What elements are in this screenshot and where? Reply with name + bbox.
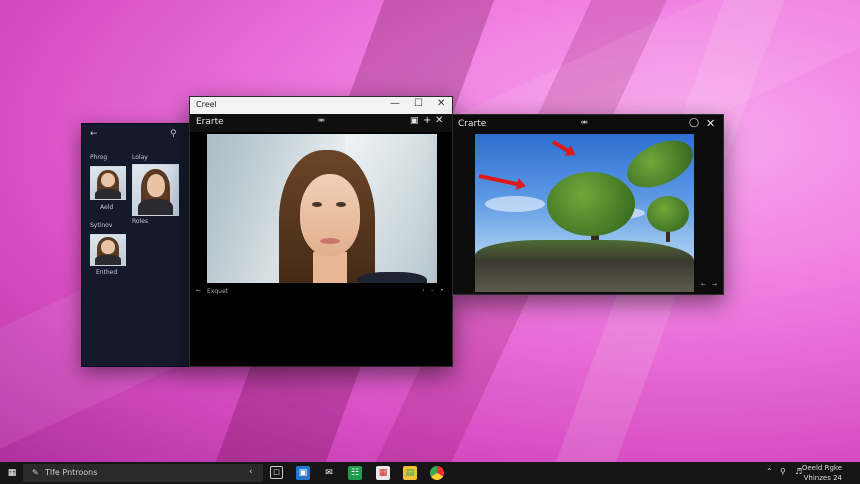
taskbar-clock[interactable]: Oeeld Rgke Vhinzes 24 bbox=[802, 463, 842, 483]
rotate-icon[interactable]: ◯ bbox=[689, 118, 699, 128]
thumbnail-caption: Roles bbox=[132, 218, 149, 225]
back-arrow-icon[interactable]: ← bbox=[196, 287, 201, 294]
section-label: Phrog bbox=[90, 154, 108, 161]
window-title: Crarte bbox=[458, 119, 487, 129]
portrait-viewer-window[interactable]: Creel — ☐ ✕ Erarte ⚮ ▣ + ✕ ← Exquet ‹ – … bbox=[189, 96, 453, 367]
portrait-photo bbox=[207, 134, 437, 283]
network-icon[interactable]: ⚲ bbox=[780, 467, 786, 476]
red-arrow-annotation bbox=[552, 140, 572, 154]
chevron-left-icon[interactable]: ‹ bbox=[249, 467, 253, 477]
prev-icon[interactable]: ‹ bbox=[422, 287, 424, 294]
gift-app-icon[interactable]: ▦ bbox=[376, 466, 390, 480]
back-arrow-icon[interactable]: ← bbox=[90, 129, 98, 139]
landscape-viewer-window[interactable]: Crarte ⚮ ◯ ✕ ← → bbox=[452, 114, 724, 295]
photos-gallery-window[interactable]: ← ⚲ Phrog Lolay Aeld Roles Sytinov Enthe… bbox=[81, 123, 193, 367]
minimize-icon[interactable]: — bbox=[390, 98, 400, 109]
taskbar-search-box[interactable]: ✎ Tlfe Pntroons ‹ bbox=[23, 464, 263, 482]
section-label: Lolay bbox=[132, 154, 148, 161]
pin-icon[interactable]: ⚮ bbox=[581, 118, 588, 127]
toolbar-label: Erarte bbox=[196, 117, 224, 127]
photo-thumbnail[interactable] bbox=[132, 164, 179, 216]
photos-window-header: ← ⚲ bbox=[82, 124, 192, 146]
close-icon[interactable]: ✕ bbox=[437, 98, 445, 109]
fullscreen-icon[interactable]: ▣ bbox=[410, 116, 419, 126]
window-title: Creel bbox=[196, 100, 217, 109]
search-box-text: Tlfe Pntroons bbox=[45, 468, 98, 477]
portrait-toolbar: Erarte ⚮ ▣ + ✕ bbox=[190, 114, 452, 132]
more-icon[interactable]: • bbox=[440, 287, 444, 294]
status-label: Exquet bbox=[207, 288, 228, 295]
clock-line-2: Vhinzes 24 bbox=[803, 474, 842, 482]
photo-thumbnail[interactable] bbox=[90, 234, 126, 266]
taskbar: ▦ ✎ Tlfe Pntroons ‹ □ ▣ ✉ ☷ ▦ ▤ ⌃ ⚲ ♬ Oe… bbox=[0, 462, 860, 484]
maximize-icon[interactable]: ☐ bbox=[414, 98, 423, 109]
thumbnail-caption: Enthed bbox=[96, 269, 118, 276]
next-icon[interactable]: → bbox=[712, 281, 717, 288]
thumbnail-caption: Aeld bbox=[100, 204, 114, 211]
close-icon[interactable]: ✕ bbox=[706, 117, 715, 130]
landscape-photo bbox=[475, 134, 694, 292]
spreadsheet-app-icon[interactable]: ☷ bbox=[348, 466, 362, 480]
minus-icon[interactable]: – bbox=[431, 287, 434, 294]
pen-icon: ✎ bbox=[32, 468, 39, 477]
close-icon[interactable]: ✕ bbox=[435, 115, 443, 126]
pin-icon[interactable]: ⚮ bbox=[318, 116, 325, 125]
section-label: Sytinov bbox=[90, 222, 113, 229]
photo-thumbnail[interactable] bbox=[90, 166, 126, 200]
add-icon[interactable]: + bbox=[423, 115, 431, 126]
portrait-window-titlebar[interactable]: Creel — ☐ ✕ bbox=[190, 97, 452, 114]
prev-icon[interactable]: ← bbox=[701, 281, 706, 288]
clock-line-1: Oeeld Rgke bbox=[801, 464, 842, 472]
start-windows-icon[interactable]: ▦ bbox=[5, 466, 19, 480]
browser-icon[interactable] bbox=[430, 466, 444, 480]
portrait-statusbar: ← Exquet ‹ – • bbox=[190, 286, 452, 296]
mail-icon[interactable]: ✉ bbox=[322, 466, 336, 480]
search-icon[interactable]: ⚲ bbox=[170, 129, 177, 139]
store-app-icon[interactable]: ▣ bbox=[296, 466, 310, 480]
red-arrow-annotation bbox=[478, 174, 521, 187]
tray-chevron-icon[interactable]: ⌃ bbox=[766, 467, 773, 476]
file-explorer-icon[interactable]: ▤ bbox=[403, 466, 417, 480]
task-view-icon[interactable]: □ bbox=[270, 466, 283, 479]
